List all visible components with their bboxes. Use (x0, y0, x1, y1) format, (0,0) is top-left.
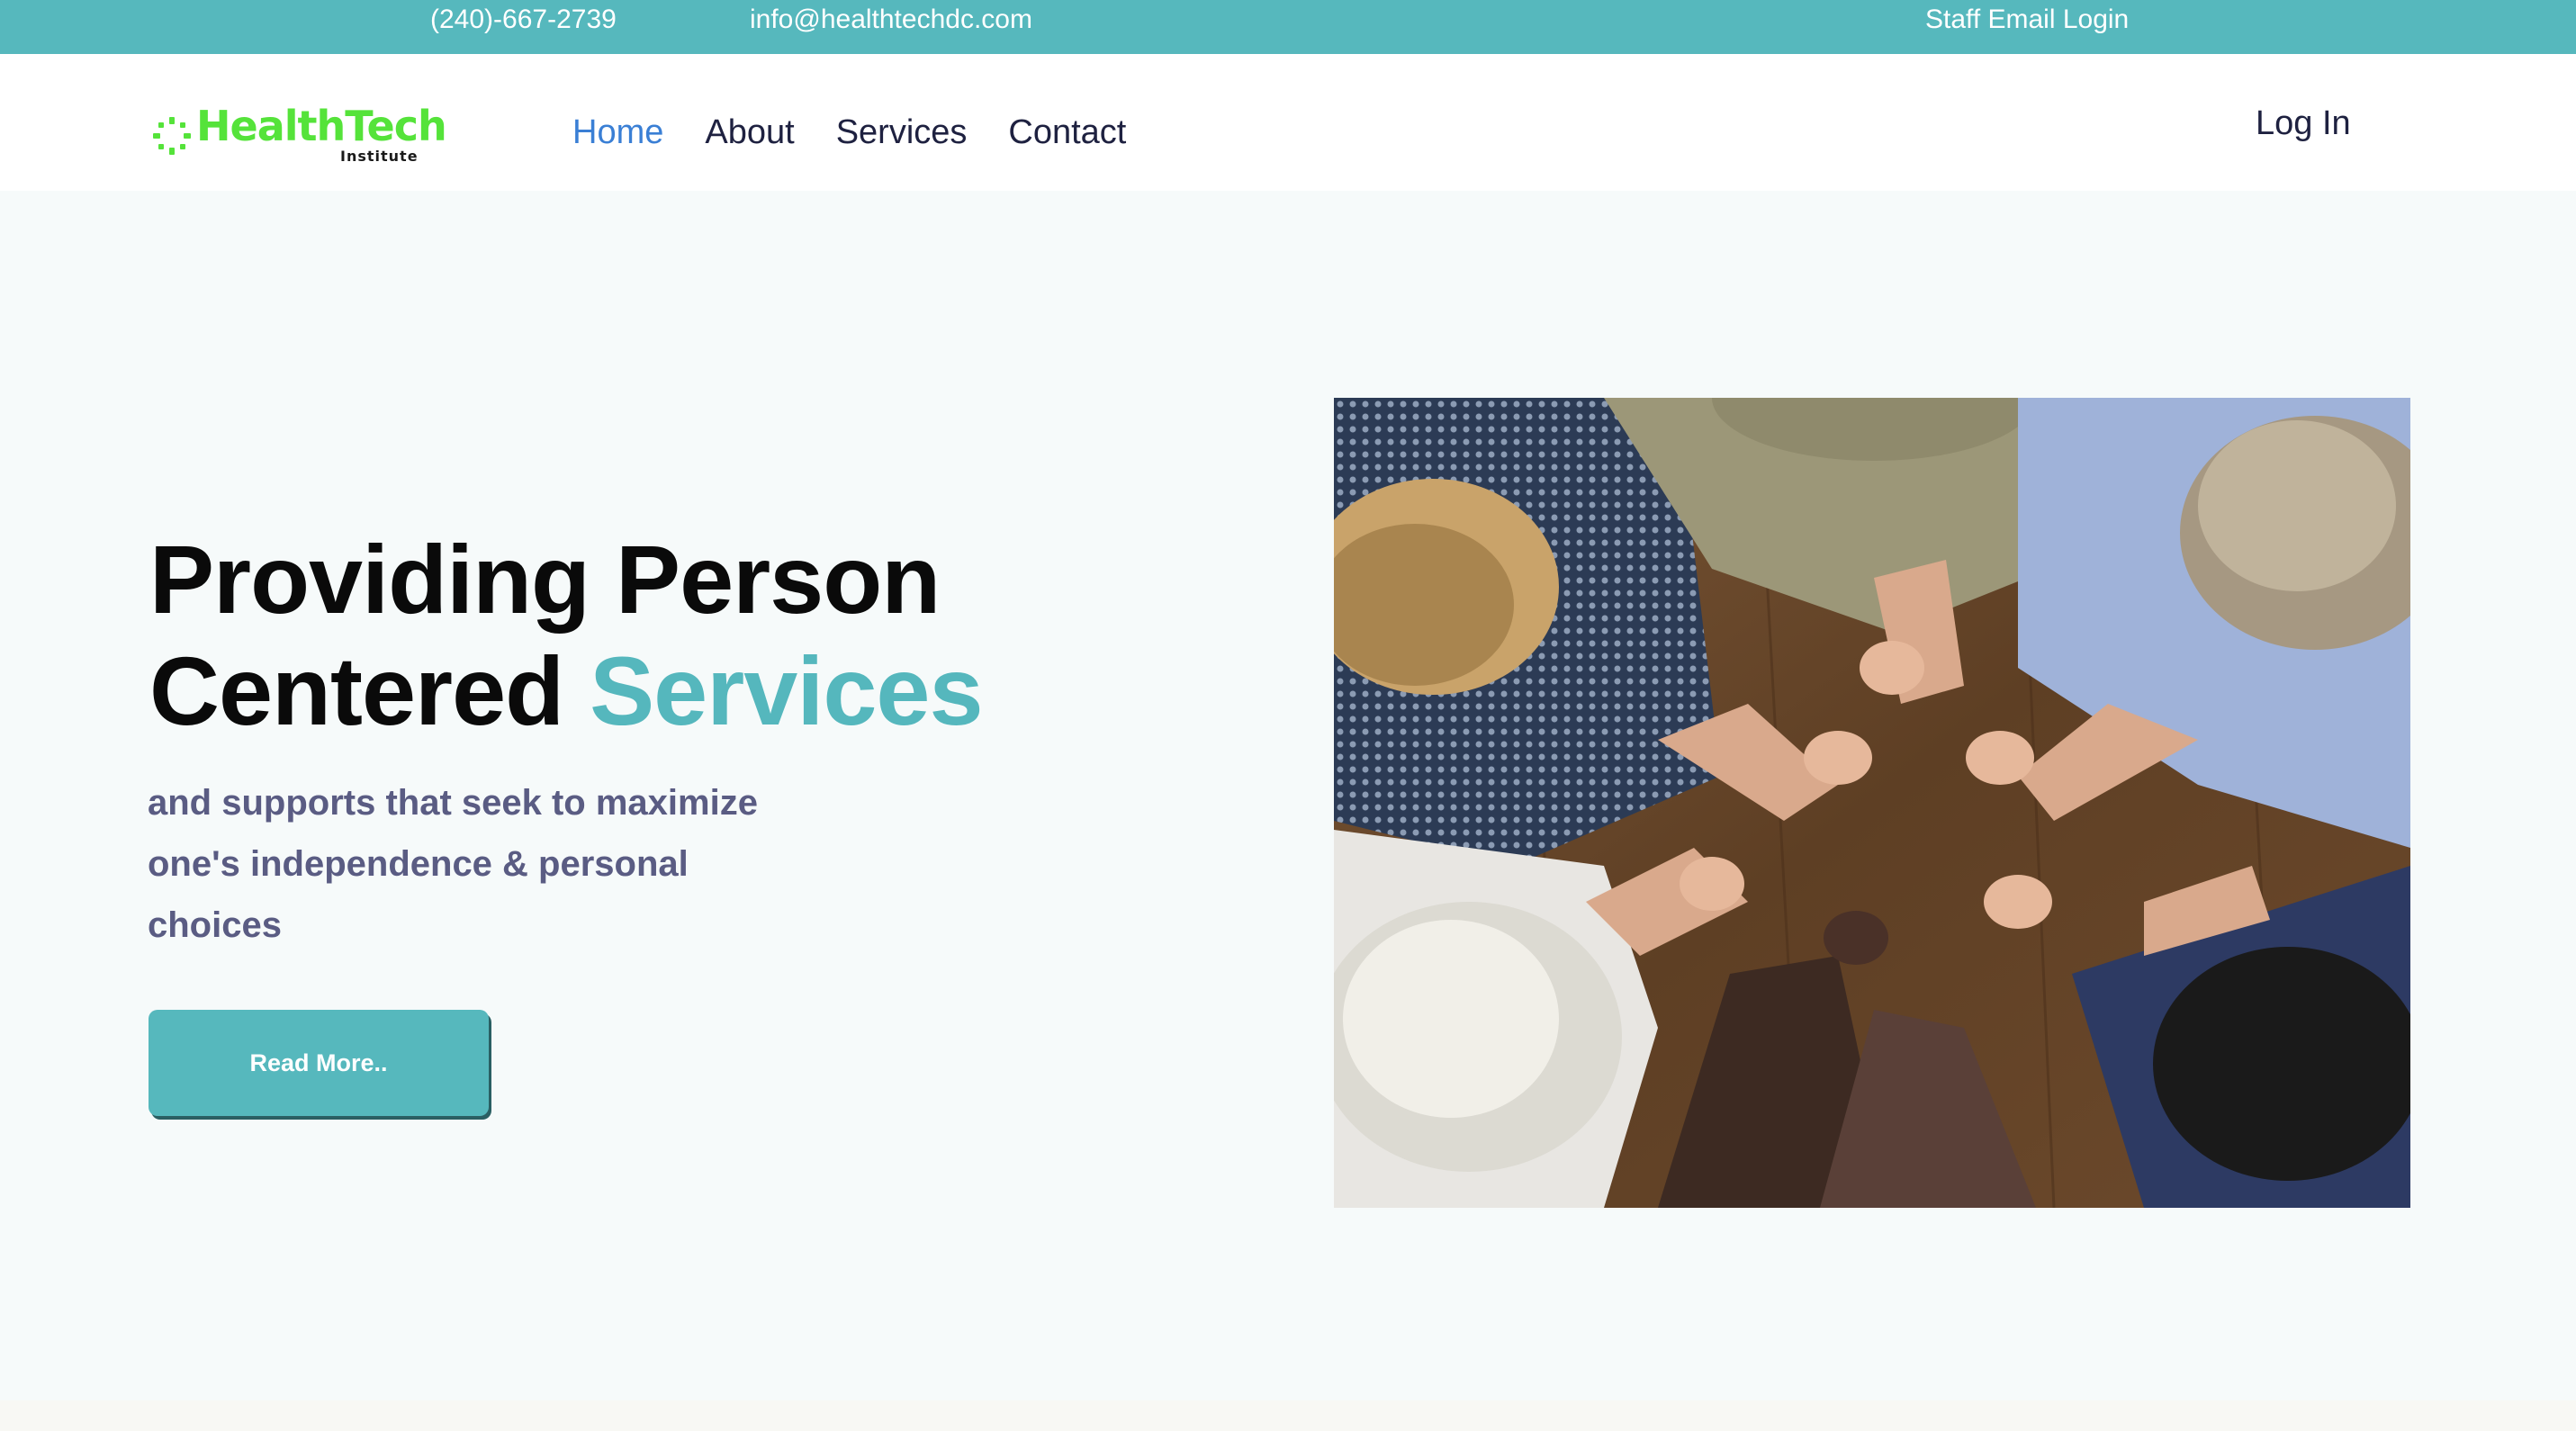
hero-title-line1: Providing Person (149, 525, 941, 634)
people-holding-hands-photo-icon (1334, 398, 2410, 1208)
phone-number[interactable]: (240)-667-2739 (430, 0, 617, 40)
main-nav: Home About Services Contact (572, 113, 1126, 152)
nav-contact[interactable]: Contact (1008, 113, 1126, 152)
hero-subtitle: and supports that seek to maximize one's… (148, 783, 758, 945)
hero-title: Providing Person Centered Services (149, 524, 984, 747)
hero-title-accent: Services (590, 636, 983, 745)
hero-image (1334, 398, 2410, 1208)
logo-name: HealthTech (196, 102, 447, 150)
bottom-section-edge (0, 1400, 2576, 1431)
hero-title-line2: Centered (149, 636, 590, 745)
site-logo[interactable]: HealthTech Institute (151, 81, 447, 171)
top-contact-bar: (240)-667-2739 info@healthtechdc.com Sta… (0, 0, 2576, 54)
nav-about[interactable]: About (705, 113, 794, 152)
logo-subtitle: Institute (340, 148, 419, 165)
site-header: HealthTech Institute Home About Services… (0, 54, 2576, 191)
nav-services[interactable]: Services (836, 113, 968, 152)
staff-email-login-link[interactable]: Staff Email Login (1925, 0, 2129, 40)
nav-home[interactable]: Home (572, 113, 663, 152)
email-address[interactable]: info@healthtechdc.com (750, 0, 1032, 40)
crosshair-icon (153, 117, 191, 155)
log-in-link[interactable]: Log In (2256, 104, 2351, 143)
read-more-button[interactable]: Read More.. (149, 1010, 489, 1116)
